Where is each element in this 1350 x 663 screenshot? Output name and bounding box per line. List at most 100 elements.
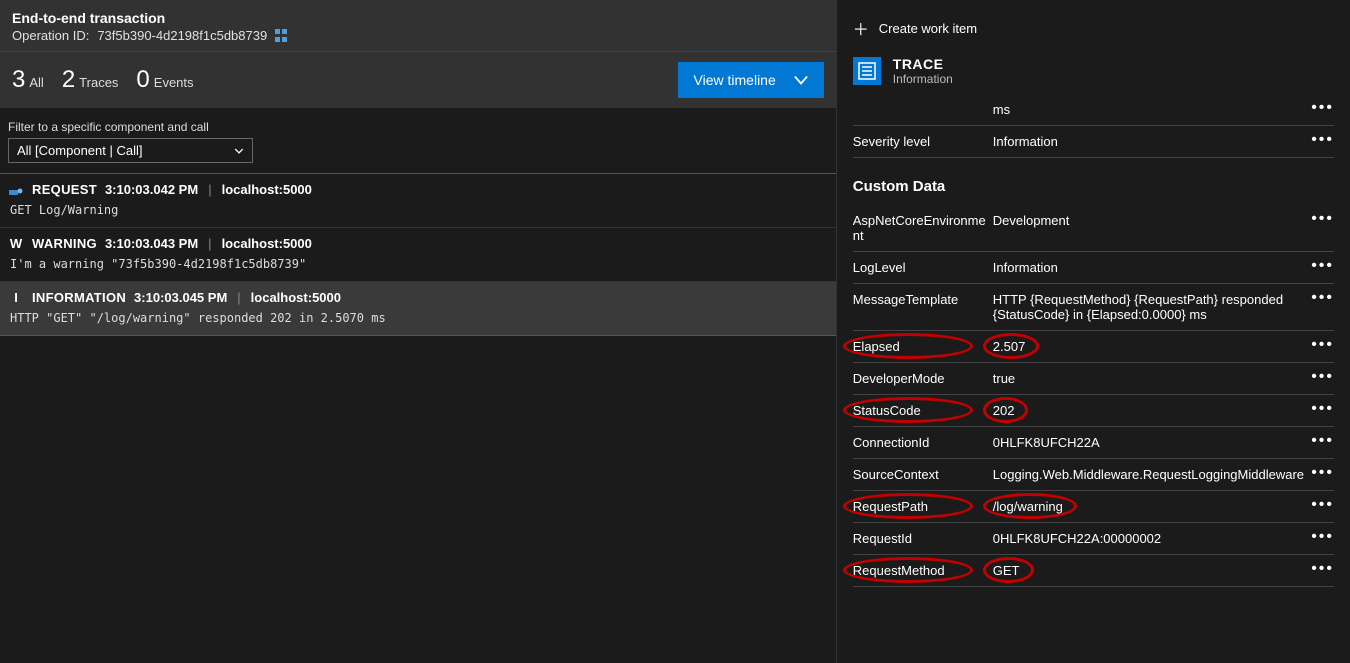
create-work-item-button[interactable]: ＋ Create work item xyxy=(837,0,1350,56)
event-host: localhost:5000 xyxy=(251,290,341,305)
count-all-num: 3 xyxy=(12,66,25,94)
event-body: HTTP "GET" "/log/warning" responded 202 … xyxy=(8,311,828,325)
event-time: 3:10:03.045 PM xyxy=(134,290,227,305)
event-host: localhost:5000 xyxy=(222,236,312,251)
prop-value: /log/warning xyxy=(993,499,1334,514)
custom-data-heading: Custom Data xyxy=(837,158,1350,203)
prop-row: RequestPath/log/warning••• xyxy=(853,491,1334,523)
prop-value: Development xyxy=(993,213,1334,228)
right-panel: ＋ Create work item TRACE Information ms•… xyxy=(836,0,1350,663)
trace-subtitle: Information xyxy=(893,72,953,86)
prop-value: 0HLFK8UFCH22A xyxy=(993,435,1334,450)
more-actions-icon[interactable]: ••• xyxy=(1311,497,1334,513)
prop-value: Information xyxy=(993,134,1334,149)
prop-row: MessageTemplateHTTP {RequestMethod} {Req… xyxy=(853,284,1334,331)
prop-row: SourceContextLogging.Web.Middleware.Requ… xyxy=(853,459,1334,491)
count-all-label: All xyxy=(29,75,43,90)
event-type: INFORMATION xyxy=(32,290,126,305)
operation-id-label: Operation ID: xyxy=(12,28,89,43)
prop-row: ConnectionId0HLFK8UFCH22A••• xyxy=(853,427,1334,459)
events-container: REQUEST 3:10:03.042 PM | localhost:5000 GET … xyxy=(0,174,836,336)
request-icon xyxy=(8,183,24,197)
count-events[interactable]: 0 Events xyxy=(136,66,193,94)
more-actions-icon[interactable]: ••• xyxy=(1311,290,1334,306)
create-work-label: Create work item xyxy=(879,21,977,36)
separator: | xyxy=(237,290,240,305)
more-actions-icon[interactable]: ••• xyxy=(1311,337,1334,353)
event-row[interactable]: WWARNING3:10:03.043 PM|localhost:5000I'm… xyxy=(0,228,836,282)
more-actions-icon[interactable]: ••• xyxy=(1311,258,1334,274)
event-type: WARNING xyxy=(32,236,97,251)
prop-value: Information xyxy=(993,260,1334,275)
transaction-header: End-to-end transaction Operation ID: 73f… xyxy=(0,0,836,51)
custom-prop-list: AspNetCoreEnvironmentDevelopment•••LogLe… xyxy=(837,205,1350,587)
prop-row: RequestId0HLFK8UFCH22A:00000002••• xyxy=(853,523,1334,555)
count-events-num: 0 xyxy=(136,66,149,94)
more-actions-icon[interactable]: ••• xyxy=(1311,529,1334,545)
count-traces[interactable]: 2 Traces xyxy=(62,66,119,94)
left-panel: End-to-end transaction Operation ID: 73f… xyxy=(0,0,836,663)
separator: | xyxy=(208,182,211,197)
more-actions-icon[interactable]: ••• xyxy=(1311,561,1334,577)
count-all[interactable]: 3 All xyxy=(12,66,44,94)
view-timeline-label: View timeline xyxy=(694,72,776,88)
plus-icon: ＋ xyxy=(853,16,869,40)
chevron-down-icon xyxy=(234,146,244,156)
prop-key: RequestMethod xyxy=(853,563,993,578)
prop-key: Elapsed xyxy=(853,339,993,354)
event-body: GET Log/Warning xyxy=(8,203,828,217)
prop-value: ms xyxy=(993,102,1334,117)
top-prop-list: ms•••Severity levelInformation••• xyxy=(837,94,1350,158)
filter-select[interactable]: All [Component | Call] xyxy=(8,138,253,163)
event-body: I'm a warning "73f5b390-4d2198f1c5db8739… xyxy=(8,257,828,271)
operation-id-value: 73f5b390-4d2198f1c5db8739 xyxy=(97,28,267,43)
more-actions-icon[interactable]: ••• xyxy=(1311,465,1334,481)
event-head: IINFORMATION3:10:03.045 PM|localhost:500… xyxy=(8,290,828,305)
filter-section: Filter to a specific component and call … xyxy=(0,108,836,174)
prop-key: RequestId xyxy=(853,531,993,546)
more-actions-icon[interactable]: ••• xyxy=(1311,401,1334,417)
event-type: REQUEST xyxy=(32,182,97,197)
trace-title-block: TRACE Information xyxy=(893,56,953,86)
prop-row: LogLevelInformation••• xyxy=(853,252,1334,284)
prop-row: Elapsed2.507••• xyxy=(853,331,1334,363)
prop-row: DeveloperModetrue••• xyxy=(853,363,1334,395)
page-title: End-to-end transaction xyxy=(12,10,824,26)
event-row[interactable]: REQUEST 3:10:03.042 PM | localhost:5000 GET … xyxy=(0,174,836,228)
more-actions-icon[interactable]: ••• xyxy=(1311,433,1334,449)
event-host: localhost:5000 xyxy=(222,182,312,197)
prop-key: DeveloperMode xyxy=(853,371,993,386)
more-actions-icon[interactable]: ••• xyxy=(1311,211,1334,227)
more-actions-icon[interactable]: ••• xyxy=(1311,100,1334,116)
prop-value: 2.507 xyxy=(993,339,1334,354)
count-traces-num: 2 xyxy=(62,66,75,94)
prop-key: RequestPath xyxy=(853,499,993,514)
prop-row: Severity levelInformation••• xyxy=(853,126,1334,158)
prop-row: ms••• xyxy=(853,94,1334,126)
counts-bar: 3 All 2 Traces 0 Events View timeline xyxy=(0,51,836,108)
trace-icon xyxy=(853,57,881,85)
details-scroll[interactable]: ms•••Severity levelInformation••• Custom… xyxy=(837,92,1350,663)
prop-key: StatusCode xyxy=(853,403,993,418)
prop-key: AspNetCoreEnvironment xyxy=(853,213,993,243)
filter-label: Filter to a specific component and call xyxy=(8,120,828,134)
event-time: 3:10:03.042 PM xyxy=(105,182,198,197)
prop-key: LogLevel xyxy=(853,260,993,275)
count-events-label: Events xyxy=(154,75,194,90)
more-actions-icon[interactable]: ••• xyxy=(1311,132,1334,148)
operation-id-line: Operation ID: 73f5b390-4d2198f1c5db8739 xyxy=(12,28,824,43)
view-timeline-button[interactable]: View timeline xyxy=(678,62,824,98)
prop-value: Logging.Web.Middleware.RequestLoggingMid… xyxy=(993,467,1334,482)
separator: | xyxy=(208,236,211,251)
trace-header: TRACE Information xyxy=(837,56,1350,92)
count-traces-label: Traces xyxy=(79,75,118,90)
grid-icon[interactable] xyxy=(275,29,289,43)
prop-value: true xyxy=(993,371,1334,386)
event-row[interactable]: IINFORMATION3:10:03.045 PM|localhost:500… xyxy=(0,282,836,336)
prop-value: 0HLFK8UFCH22A:00000002 xyxy=(993,531,1334,546)
prop-row: RequestMethodGET••• xyxy=(853,555,1334,587)
prop-key: SourceContext xyxy=(853,467,993,482)
letter-icon: W xyxy=(8,237,24,251)
prop-value: HTTP {RequestMethod} {RequestPath} respo… xyxy=(993,292,1334,322)
more-actions-icon[interactable]: ••• xyxy=(1311,369,1334,385)
